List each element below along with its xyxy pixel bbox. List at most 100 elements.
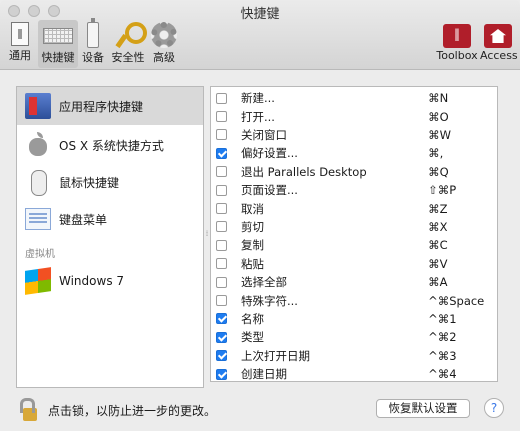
shortcut-key[interactable]: ⌘A bbox=[428, 275, 497, 289]
category-app-shortcuts[interactable]: 应用程序快捷键 bbox=[17, 87, 203, 125]
shortcut-key[interactable]: ⌘Z bbox=[428, 202, 497, 216]
help-button[interactable]: ? bbox=[484, 398, 504, 418]
shortcut-name: 新建... bbox=[241, 91, 275, 106]
category-list: 应用程序快捷键 OS X 系统快捷方式 鼠标快捷键 键盘菜单 虚拟机 Windo… bbox=[16, 86, 204, 388]
shortcut-key[interactable]: ⌘N bbox=[428, 91, 497, 105]
table-row[interactable]: 类型 ^⌘2 bbox=[211, 328, 497, 346]
shortcut-name: 打开... bbox=[241, 109, 275, 124]
category-osx-shortcuts[interactable]: OS X 系统快捷方式 bbox=[17, 127, 203, 163]
shortcut-checkbox[interactable] bbox=[216, 258, 227, 270]
toolbox-icon bbox=[443, 24, 471, 48]
shortcut-checkbox[interactable] bbox=[216, 147, 227, 159]
shortcut-checkbox[interactable] bbox=[216, 166, 227, 178]
table-row[interactable]: 名称 ^⌘1 bbox=[211, 310, 497, 328]
table-row[interactable]: 特殊字符... ^⌘Space bbox=[211, 291, 497, 309]
lock-icon[interactable] bbox=[18, 398, 42, 422]
shortcut-checkbox[interactable] bbox=[216, 221, 227, 233]
shortcut-checkbox[interactable] bbox=[216, 350, 227, 362]
table-row[interactable]: 创建日期 ^⌘4 bbox=[211, 365, 497, 383]
category-mouse-shortcuts[interactable]: 鼠标快捷键 bbox=[17, 164, 203, 200]
mouse-icon bbox=[25, 169, 51, 196]
table-row[interactable]: 上次打开日期 ^⌘3 bbox=[211, 347, 497, 365]
tab-advanced[interactable]: 高级 bbox=[148, 20, 180, 68]
shortcut-name: 选择全部 bbox=[241, 275, 287, 290]
tab-devices[interactable]: 设备 bbox=[80, 18, 106, 68]
category-label: OS X 系统快捷方式 bbox=[59, 138, 164, 153]
shortcut-checkbox[interactable] bbox=[216, 313, 227, 325]
shortcut-key[interactable]: ⌘C bbox=[428, 238, 497, 252]
tab-general[interactable]: 通用 bbox=[4, 20, 36, 68]
tab-shortcuts-label: 快捷键 bbox=[41, 51, 75, 64]
tab-access-label: Access bbox=[480, 49, 518, 62]
category-label: 应用程序快捷键 bbox=[59, 99, 144, 114]
tab-security[interactable]: 安全性 bbox=[110, 20, 147, 68]
shortcut-name: 偏好设置... bbox=[241, 146, 298, 161]
table-row[interactable]: 退出 Parallels Desktop ⌘Q bbox=[211, 163, 497, 181]
shortcut-name: 退出 Parallels Desktop bbox=[241, 164, 367, 179]
shortcut-checkbox[interactable] bbox=[216, 111, 227, 123]
category-label: 键盘菜单 bbox=[59, 212, 108, 227]
shortcut-name: 粘贴 bbox=[241, 256, 264, 271]
shortcut-checkbox[interactable] bbox=[216, 92, 227, 104]
table-row[interactable]: 偏好设置... ⌘, bbox=[211, 144, 497, 162]
tab-advanced-label: 高级 bbox=[153, 51, 175, 64]
shortcut-checkbox[interactable] bbox=[216, 184, 227, 196]
shortcut-list: 新建... ⌘N 打开... ⌘O 关闭窗口 ⌘W 偏好设置... ⌘, 退出 Parallel… bbox=[210, 86, 498, 382]
key-icon bbox=[115, 22, 147, 48]
keyboard-menu-icon bbox=[25, 208, 51, 230]
table-row[interactable]: 关闭窗口 ⌘W bbox=[211, 126, 497, 144]
lock-text: 点击锁，以防止进一步的更改。 bbox=[48, 404, 217, 418]
shortcut-checkbox[interactable] bbox=[216, 129, 227, 141]
shortcut-key[interactable]: ⌘O bbox=[428, 110, 497, 124]
table-row[interactable]: 选择全部 ⌘A bbox=[211, 273, 497, 291]
restore-defaults-button[interactable]: 恢复默认设置 bbox=[376, 399, 470, 418]
shortcut-checkbox[interactable] bbox=[216, 276, 227, 288]
category-label: Windows 7 bbox=[59, 274, 125, 288]
shortcut-checkbox[interactable] bbox=[216, 239, 227, 251]
tab-access[interactable]: Access bbox=[480, 20, 518, 68]
table-row[interactable]: 取消 ⌘Z bbox=[211, 199, 497, 217]
tab-devices-label: 设备 bbox=[82, 51, 104, 64]
shortcut-key[interactable]: ^⌘1 bbox=[428, 312, 497, 326]
shortcut-name: 剪切 bbox=[241, 219, 264, 234]
app-shortcuts-icon bbox=[25, 93, 51, 119]
tab-shortcuts[interactable]: 快捷键 bbox=[38, 20, 78, 68]
shortcut-key[interactable]: ⌘X bbox=[428, 220, 497, 234]
table-row[interactable]: 页面设置... ⇧⌘P bbox=[211, 181, 497, 199]
table-row[interactable]: 新建... ⌘N bbox=[211, 89, 497, 107]
shortcut-key[interactable]: ^⌘3 bbox=[428, 349, 497, 363]
shortcut-key[interactable]: ⌘, bbox=[428, 146, 497, 160]
windows-icon bbox=[25, 267, 51, 295]
category-keyboard-menu[interactable]: 键盘菜单 bbox=[17, 201, 203, 237]
table-row[interactable]: 剪切 ⌘X bbox=[211, 218, 497, 236]
shortcut-name: 类型 bbox=[241, 330, 264, 345]
shortcut-name: 复制 bbox=[241, 238, 264, 253]
device-icon bbox=[87, 18, 99, 48]
category-vm-windows7[interactable]: Windows 7 bbox=[17, 263, 203, 299]
shortcut-key[interactable]: ⌘Q bbox=[428, 165, 497, 179]
table-row[interactable]: 打开... ⌘O bbox=[211, 107, 497, 125]
tab-security-label: 安全性 bbox=[111, 51, 145, 64]
tab-toolbox[interactable]: Toolbox bbox=[436, 20, 478, 68]
shortcut-key[interactable]: ^⌘2 bbox=[428, 330, 497, 344]
tab-general-label: 通用 bbox=[9, 49, 31, 62]
table-row[interactable]: 粘贴 ⌘V bbox=[211, 255, 497, 273]
shortcut-key[interactable]: ^⌘4 bbox=[428, 367, 497, 381]
shortcut-name: 关闭窗口 bbox=[241, 127, 287, 142]
shortcut-checkbox[interactable] bbox=[216, 295, 227, 307]
titlebar: 快捷键 通用 快捷键 设备 安全性 高级 Toolbox Access bbox=[0, 0, 520, 70]
shortcut-checkbox[interactable] bbox=[216, 368, 227, 380]
shortcut-key[interactable]: ⇧⌘P bbox=[428, 183, 497, 197]
shortcut-key[interactable]: ⌘W bbox=[428, 128, 497, 142]
shortcut-name: 页面设置... bbox=[241, 183, 298, 198]
preferences-window: 快捷键 通用 快捷键 设备 安全性 高级 Toolbox Access bbox=[0, 0, 520, 431]
switch-icon bbox=[11, 22, 29, 46]
vm-group-label: 虚拟机 bbox=[25, 249, 55, 260]
table-row[interactable]: 复制 ⌘C bbox=[211, 236, 497, 254]
shortcut-key[interactable]: ⌘V bbox=[428, 257, 497, 271]
shortcut-checkbox[interactable] bbox=[216, 203, 227, 215]
gear-icon bbox=[151, 22, 177, 48]
shortcut-key[interactable]: ^⌘Space bbox=[428, 294, 497, 308]
keyboard-icon bbox=[43, 28, 73, 44]
shortcut-checkbox[interactable] bbox=[216, 331, 227, 343]
